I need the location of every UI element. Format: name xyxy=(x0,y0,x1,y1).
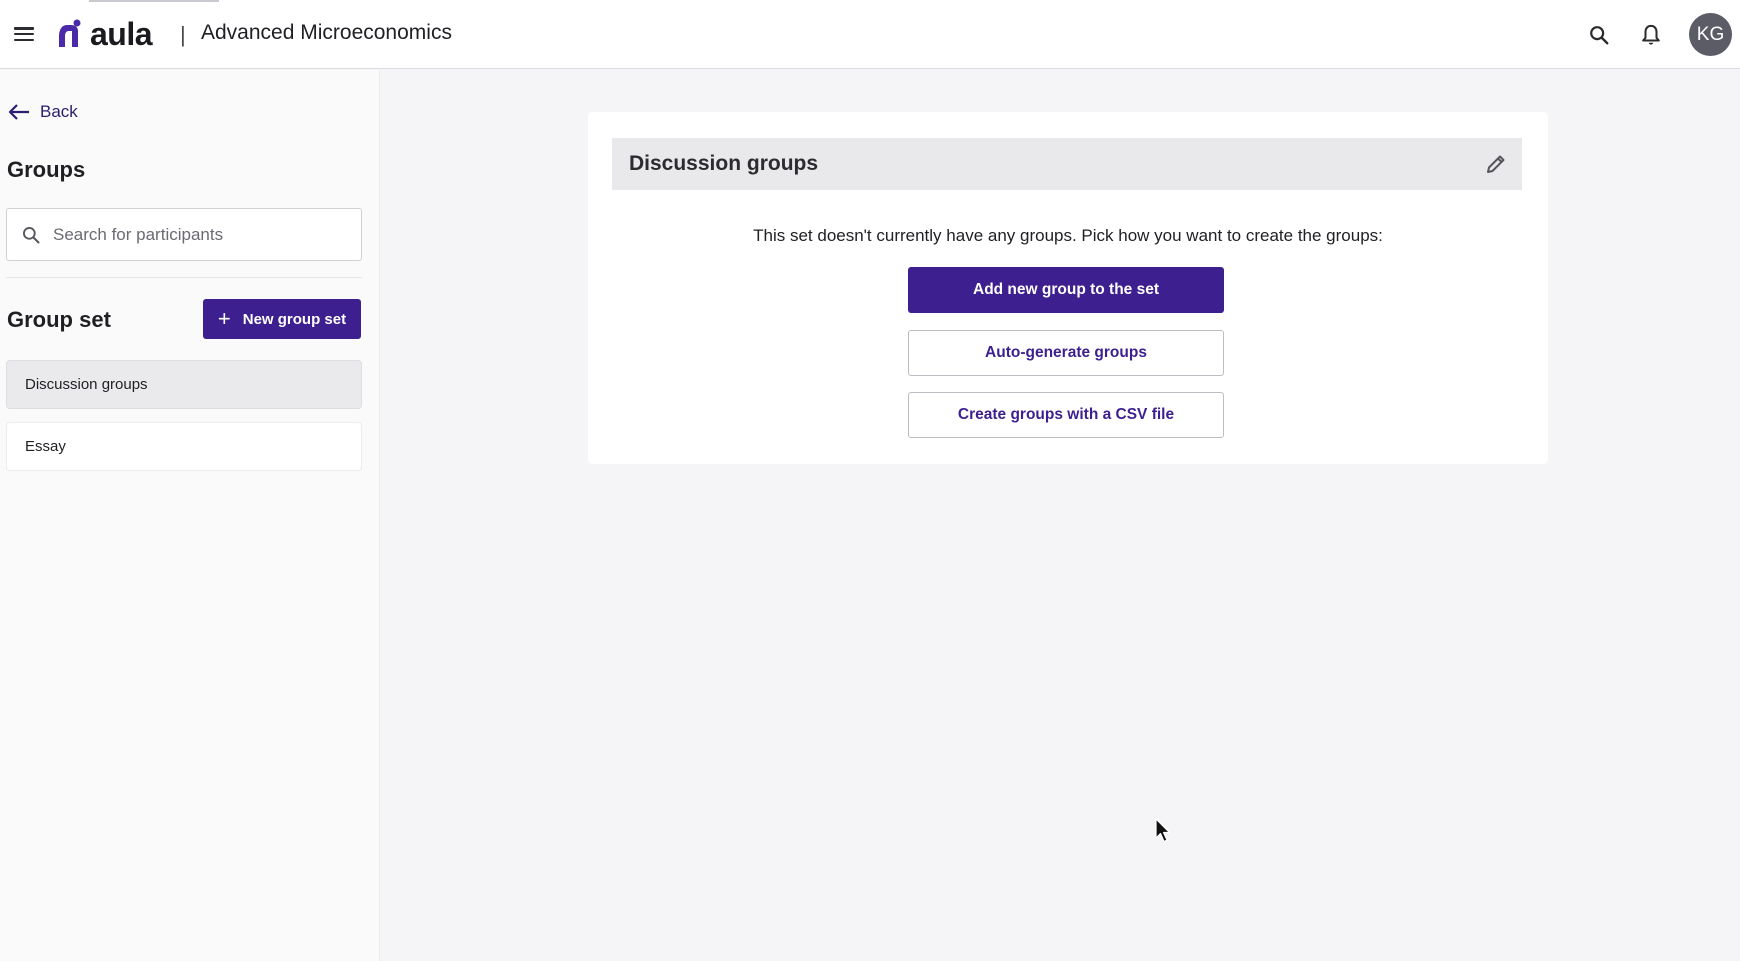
divider xyxy=(6,277,362,278)
csv-groups-button[interactable]: Create groups with a CSV file xyxy=(908,392,1224,438)
bell-icon[interactable] xyxy=(1636,20,1666,50)
group-set-label: Essay xyxy=(25,438,66,455)
course-title: Advanced Microeconomics xyxy=(201,21,452,44)
aula-logo-icon xyxy=(59,19,81,47)
group-set-card: Discussion groups This set doesn't curre… xyxy=(588,112,1548,464)
aula-logo[interactable]: aula xyxy=(58,15,153,52)
search-icon xyxy=(23,226,40,243)
logo-text: aula xyxy=(90,15,153,52)
loading-indicator xyxy=(89,0,219,2)
back-link[interactable]: Back xyxy=(8,102,78,122)
pencil-icon[interactable] xyxy=(1484,152,1508,176)
search-icon[interactable] xyxy=(1584,20,1614,50)
mouse-cursor-icon xyxy=(1155,818,1171,843)
auto-generate-groups-button[interactable]: Auto-generate groups xyxy=(908,330,1224,376)
group-set-heading: Group set xyxy=(7,307,111,332)
card-title: Discussion groups xyxy=(629,152,819,175)
card-header: Discussion groups xyxy=(612,138,1522,190)
group-set-label: Discussion groups xyxy=(25,376,148,393)
top-bar: aula | Advanced Microeconomics KG xyxy=(0,0,1740,69)
group-set-item-discussion-groups[interactable]: Discussion groups xyxy=(6,360,362,409)
search-input[interactable] xyxy=(53,224,343,245)
title-separator: | xyxy=(180,22,186,47)
avatar[interactable]: KG xyxy=(1689,13,1732,56)
new-group-set-button[interactable]: + New group set xyxy=(203,299,361,339)
empty-state-message: This set doesn't currently have any grou… xyxy=(753,226,1383,245)
arrow-left-icon xyxy=(8,104,29,120)
back-label: Back xyxy=(40,102,78,121)
group-set-item-essay[interactable]: Essay xyxy=(6,422,362,471)
new-group-set-label: New group set xyxy=(242,310,347,328)
add-new-group-button[interactable]: Add new group to the set xyxy=(908,267,1224,313)
menu-icon[interactable] xyxy=(12,22,36,46)
participant-search[interactable] xyxy=(6,208,362,261)
plus-icon: + xyxy=(217,306,231,331)
sidebar: Back Groups Group set + New group set Di… xyxy=(0,70,380,961)
avatar-initials: KG xyxy=(1696,23,1725,45)
groups-heading: Groups xyxy=(7,157,86,182)
